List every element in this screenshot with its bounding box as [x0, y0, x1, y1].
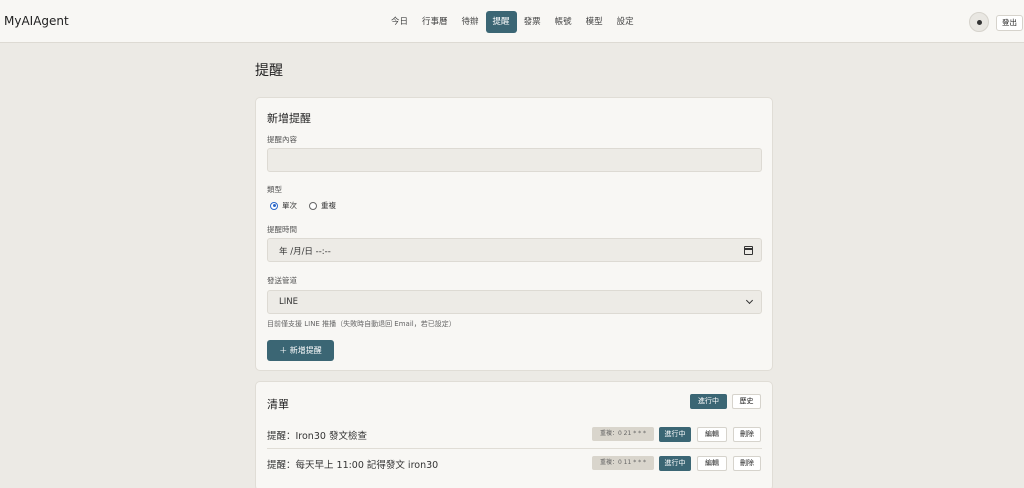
- brand-logo[interactable]: MyAIAgent: [4, 14, 69, 28]
- channel-select-value: LINE: [279, 297, 298, 307]
- channel-hint: 目前僅支援 LINE 推播（失敗時自動退回 Email，若已設定）: [267, 320, 456, 328]
- content-label: 提醒內容: [267, 135, 297, 144]
- type-label: 類型: [267, 185, 282, 194]
- nav-invoices[interactable]: 發票: [517, 11, 548, 33]
- nav-settings[interactable]: 設定: [610, 11, 641, 33]
- new-reminder-card: 新增提醒 提醒內容 類型 單次 重複 提醒時間 年 /月/日 --:-- 發送管…: [255, 97, 773, 371]
- top-bar: MyAIAgent 今日 行事曆 待辦 提醒 發票 帳號 模型 設定 登出: [0, 0, 1024, 43]
- reminder-list-card: 清單 進行中 歷史 提醒：Iron30 發文檢查 重複：0 21 * * * 進…: [255, 381, 773, 488]
- type-repeat-label[interactable]: 重複: [321, 200, 336, 211]
- nav-calendar[interactable]: 行事曆: [415, 11, 455, 33]
- edit-button[interactable]: 編輯: [697, 427, 727, 442]
- nav-today[interactable]: 今日: [384, 11, 415, 33]
- content-input[interactable]: [267, 148, 762, 172]
- delete-button[interactable]: 刪除: [733, 427, 761, 442]
- row-divider: [267, 448, 762, 449]
- status-badge: 進行中: [659, 427, 691, 442]
- channel-select[interactable]: LINE: [267, 290, 762, 314]
- type-once-label[interactable]: 單次: [282, 200, 297, 211]
- main-nav: 今日 行事曆 待辦 提醒 發票 帳號 模型 設定: [384, 11, 641, 33]
- delete-button[interactable]: 刪除: [733, 456, 761, 471]
- calendar-icon[interactable]: [744, 246, 753, 255]
- new-reminder-title: 新增提醒: [267, 112, 311, 125]
- list-title: 清單: [267, 398, 289, 411]
- user-avatar-button[interactable]: [969, 12, 989, 32]
- reminder-row-text: 提醒：Iron30 發文檢查: [267, 431, 367, 442]
- repeat-badge: 重複：0 11 * * *: [592, 456, 654, 470]
- avatar-dot-icon: [976, 19, 982, 25]
- edit-button[interactable]: 編輯: [697, 456, 727, 471]
- time-label: 提醒時間: [267, 225, 297, 234]
- nav-accounts[interactable]: 帳號: [548, 11, 579, 33]
- type-repeat-radio[interactable]: [309, 201, 317, 210]
- nav-todo[interactable]: 待辦: [455, 11, 486, 33]
- time-input[interactable]: 年 /月/日 --:--: [267, 238, 762, 262]
- reminder-row-text: 提醒：每天早上 11:00 記得發文 iron30: [267, 460, 439, 471]
- tab-history[interactable]: 歷史: [732, 394, 761, 409]
- chevron-down-icon: [745, 296, 754, 305]
- repeat-badge: 重複：0 21 * * *: [592, 427, 654, 441]
- tab-active[interactable]: 進行中: [690, 394, 727, 409]
- nav-reminders[interactable]: 提醒: [485, 11, 517, 33]
- logout-button[interactable]: 登出: [996, 15, 1023, 31]
- type-once-radio[interactable]: [270, 201, 278, 210]
- nav-models[interactable]: 模型: [579, 11, 610, 33]
- channel-label: 發送管道: [267, 276, 297, 285]
- type-radio-group: 單次 重複: [270, 200, 344, 211]
- status-badge: 進行中: [659, 456, 691, 471]
- add-reminder-button[interactable]: ＋ 新增提醒: [267, 340, 334, 361]
- time-input-value: 年 /月/日 --:--: [279, 247, 331, 257]
- page-title: 提醒: [255, 63, 283, 79]
